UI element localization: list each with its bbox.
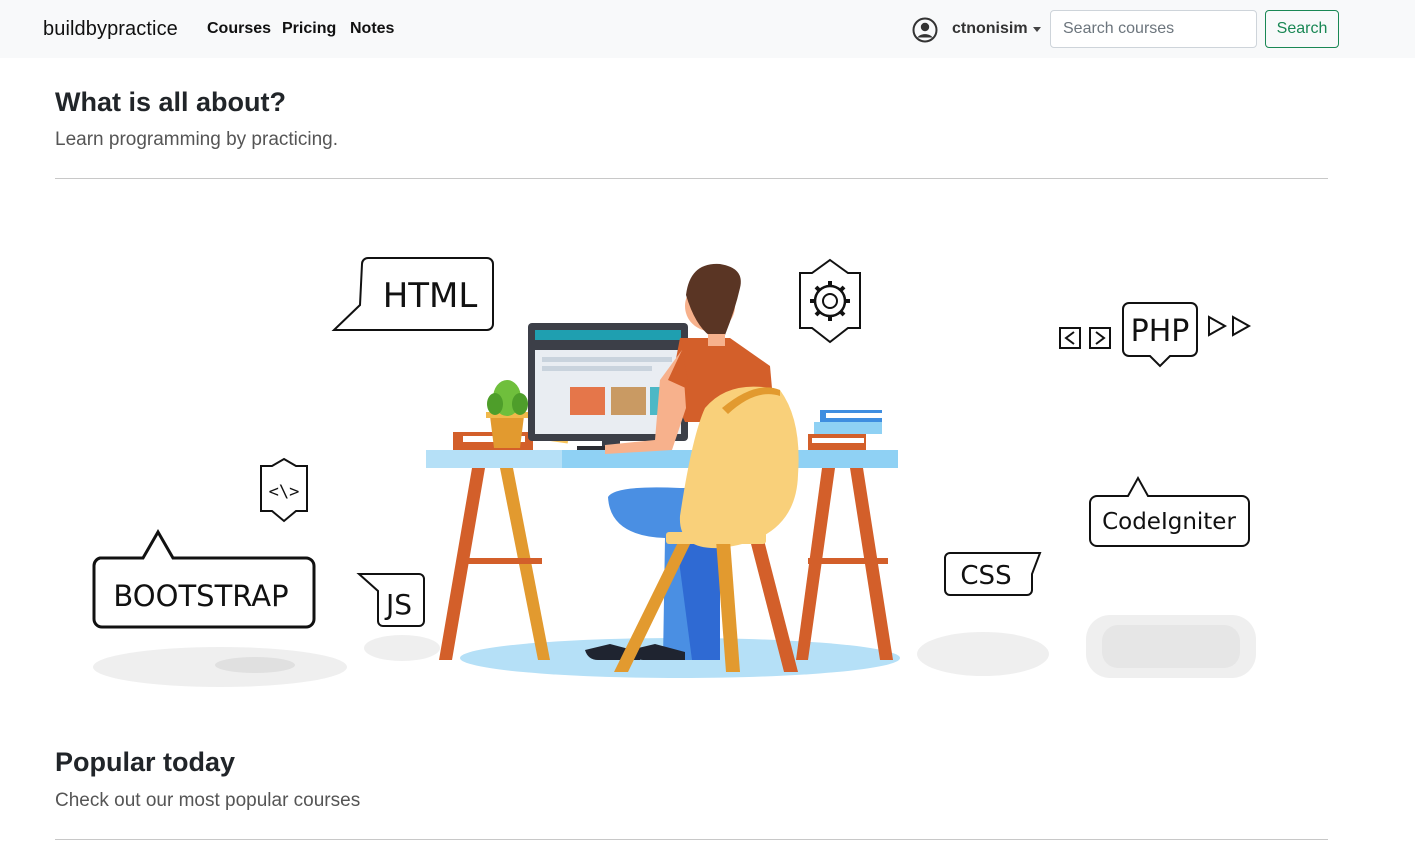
chevron-down-icon[interactable] <box>1033 27 1041 32</box>
nav-link-pricing[interactable]: Pricing <box>282 20 336 38</box>
nav-link-courses[interactable]: Courses <box>207 20 271 38</box>
bubble-codeigniter: CodeIgniter <box>1102 509 1236 535</box>
about-title: What is all about? <box>55 87 287 117</box>
about-subtitle: Learn programming by practicing. <box>55 129 339 150</box>
popular-title: Popular today <box>55 747 236 777</box>
search-input[interactable] <box>1050 10 1257 48</box>
bubble-bootstrap: BOOTSTRAP <box>113 579 288 613</box>
search-button[interactable]: Search <box>1265 10 1339 48</box>
divider <box>55 178 1328 179</box>
bubble-css: CSS <box>960 561 1011 591</box>
navbar: buildbypractice Courses Pricing Notes ct… <box>0 0 1415 58</box>
hero-illustration: HTML PHP <\> BOOTSTRAP JS CSS CodeIgnite… <box>92 257 1256 687</box>
user-circle-icon[interactable] <box>912 17 938 43</box>
popular-subtitle: Check out our most popular courses <box>55 790 361 811</box>
brand-logo[interactable]: buildbypractice <box>43 18 178 41</box>
bubble-html: HTML <box>383 276 478 316</box>
user-menu-toggle[interactable]: ctnonisim <box>952 20 1028 38</box>
divider <box>55 839 1328 840</box>
bubble-php: PHP <box>1131 314 1190 349</box>
code-icon: <\> <box>269 482 300 502</box>
bubble-js: JS <box>384 588 412 621</box>
nav-link-notes[interactable]: Notes <box>350 20 394 38</box>
